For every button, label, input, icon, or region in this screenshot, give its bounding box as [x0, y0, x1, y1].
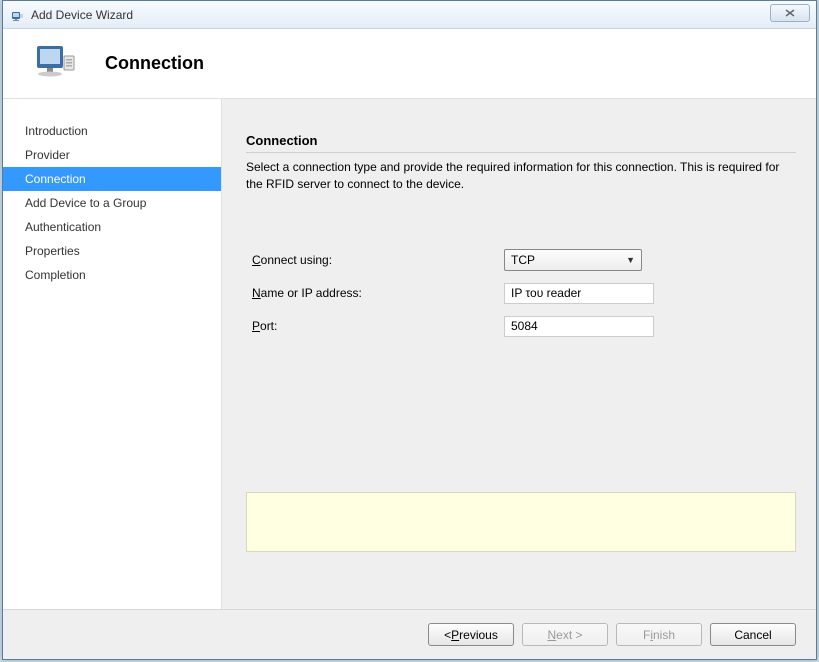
sidebar: Introduction Provider Connection Add Dev… [3, 99, 221, 609]
row-connect-using: Connect using: TCP ▼ [246, 249, 796, 271]
chevron-down-icon: ▼ [626, 255, 635, 265]
name-ip-input[interactable] [504, 283, 654, 304]
header: Connection [3, 29, 816, 99]
body: Introduction Provider Connection Add Dev… [3, 99, 816, 609]
window-title: Add Device Wizard [31, 8, 133, 22]
label-port: Port: [246, 319, 504, 333]
cancel-button[interactable]: Cancel [710, 623, 796, 646]
computer-icon [31, 40, 79, 88]
previous-button[interactable]: < Previous [428, 623, 514, 646]
next-button[interactable]: Next > [522, 623, 608, 646]
sidebar-item-introduction[interactable]: Introduction [3, 119, 221, 143]
wizard-window: Add Device Wizard Connection Introductio… [2, 0, 817, 660]
row-port: Port: [246, 316, 796, 337]
port-input[interactable] [504, 316, 654, 337]
sidebar-item-connection[interactable]: Connection [3, 167, 221, 191]
footer: < Previous Next > Finish Cancel [3, 609, 816, 659]
section-description: Select a connection type and provide the… [246, 159, 796, 193]
label-connect-using: Connect using: [246, 253, 504, 267]
section-title: Connection [246, 133, 796, 148]
message-box [246, 492, 796, 552]
close-button[interactable] [770, 4, 810, 22]
sidebar-item-authentication[interactable]: Authentication [3, 215, 221, 239]
sidebar-item-completion[interactable]: Completion [3, 263, 221, 287]
row-name-ip: Name or IP address: [246, 283, 796, 304]
finish-button[interactable]: Finish [616, 623, 702, 646]
sidebar-item-provider[interactable]: Provider [3, 143, 221, 167]
titlebar: Add Device Wizard [3, 1, 816, 29]
label-name-ip: Name or IP address: [246, 286, 504, 300]
app-icon [9, 7, 25, 23]
connect-using-dropdown[interactable]: TCP ▼ [504, 249, 642, 271]
sidebar-item-add-device-group[interactable]: Add Device to a Group [3, 191, 221, 215]
sidebar-item-properties[interactable]: Properties [3, 239, 221, 263]
dropdown-value: TCP [511, 253, 535, 267]
page-title: Connection [105, 53, 204, 74]
content-panel: Connection Select a connection type and … [221, 99, 816, 609]
title-divider [246, 152, 796, 153]
